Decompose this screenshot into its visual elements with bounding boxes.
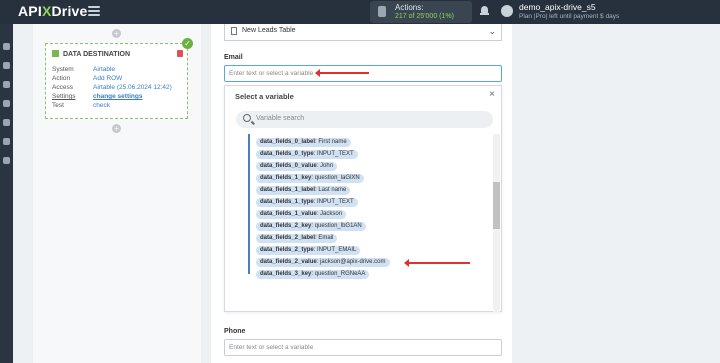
destination-row-system: System Airtable [52, 66, 116, 73]
trash-icon[interactable] [177, 50, 183, 57]
phone-field[interactable]: Enter text or select a variable [224, 339, 502, 356]
user-avatar-icon[interactable] [501, 5, 513, 17]
variable-item[interactable]: data_fields_0_label: First name [256, 138, 351, 147]
variable-item[interactable]: data_fields_0_type: INPUT_TEXT [256, 150, 358, 159]
data-destination-card[interactable]: DATA DESTINATION ✓ System Airtable Action… [45, 38, 193, 119]
variable-item-email-value[interactable]: data_fields_2_value: jackson@apix-drive.… [256, 258, 390, 267]
top-bar: APIXDrive Actions: 217 of 25'000 (1%) de… [0, 0, 720, 24]
close-icon[interactable]: × [489, 89, 495, 100]
phone-label: Phone [224, 328, 246, 335]
variable-list: data_fields_0_label: First name data_fie… [225, 134, 493, 312]
add-step-bottom-icon[interactable]: + [112, 124, 121, 133]
sitemap-icon[interactable] [3, 62, 10, 69]
home-icon[interactable] [3, 43, 10, 50]
variable-item[interactable]: data_fields_2_type: INPUT_EMAIL [256, 246, 361, 255]
popup-title: Select a variable [235, 92, 294, 101]
destination-icon [52, 50, 59, 57]
destination-row-settings[interactable]: Settings change settings [52, 93, 142, 100]
field-mapping-form: New Leads Table ⌄ Email Enter text or se… [211, 24, 512, 363]
info-icon [378, 6, 386, 17]
user-icon[interactable] [3, 138, 10, 145]
bell-icon[interactable] [480, 6, 489, 16]
variable-arrow-annotation [404, 259, 470, 267]
destination-title: DATA DESTINATION [52, 50, 130, 58]
variable-item[interactable]: data_fields_2_key: question_lbG1AN [256, 222, 366, 231]
variable-item[interactable]: data_fields_2_label: Email [256, 234, 338, 243]
search-icon [243, 114, 251, 122]
add-step-top-icon[interactable]: + [112, 29, 121, 38]
variable-item[interactable]: data_fields_3_key: question_RGNeAA [256, 270, 370, 279]
right-background [512, 24, 720, 363]
hamburger-menu-icon[interactable] [88, 6, 100, 17]
variable-group-bar [248, 134, 250, 274]
actions-value: 217 of 25'000 (1%) [395, 13, 454, 20]
variable-item[interactable]: data_fields_1_label: Last name [256, 186, 351, 195]
actions-label: Actions: [395, 3, 424, 12]
scrollbar-thumb[interactable] [493, 182, 500, 229]
variable-item[interactable]: data_fields_1_type: INPUT_TEXT [256, 198, 358, 207]
video-icon[interactable] [3, 119, 10, 126]
destination-row-test[interactable]: Test check [52, 102, 110, 109]
variable-picker-popup: Select a variable × Variable search data… [224, 85, 502, 312]
variable-item[interactable]: data_fields_1_key: question_laGlXN [256, 174, 364, 183]
apix-drive-logo[interactable]: APIXDrive [18, 3, 88, 19]
variable-item[interactable]: data_fields_0_value: John [256, 162, 338, 171]
dollar-icon[interactable] [3, 81, 10, 88]
chevron-down-icon[interactable]: ⌄ [488, 26, 496, 37]
destination-row-access: Access Airtable (25.06.2024 12:42) [52, 84, 172, 91]
user-plan: Plan |Pro| left until payment $ days [519, 13, 620, 20]
destination-row-action: Action Add ROW [52, 75, 123, 82]
left-nav-rail [0, 24, 13, 363]
table-select[interactable]: New Leads Table ⌄ [224, 24, 502, 41]
user-name[interactable]: demo_apix-drive_s5 [519, 2, 596, 12]
check-icon: ✓ [182, 38, 193, 49]
email-arrow-annotation [315, 69, 369, 77]
email-label: Email [224, 54, 243, 61]
variable-item[interactable]: data_fields_1_value: Jackson [256, 210, 347, 219]
flow-panel: + DATA DESTINATION ✓ System Airtable Acti… [33, 24, 201, 363]
briefcase-icon[interactable] [3, 100, 10, 107]
help-icon[interactable] [3, 157, 10, 164]
variable-search-input[interactable]: Variable search [236, 111, 493, 128]
search-placeholder: Variable search [256, 115, 305, 122]
document-icon [231, 27, 237, 35]
table-select-value: New Leads Table [242, 27, 296, 34]
actions-counter[interactable]: Actions: 217 of 25'000 (1%) [370, 1, 472, 23]
